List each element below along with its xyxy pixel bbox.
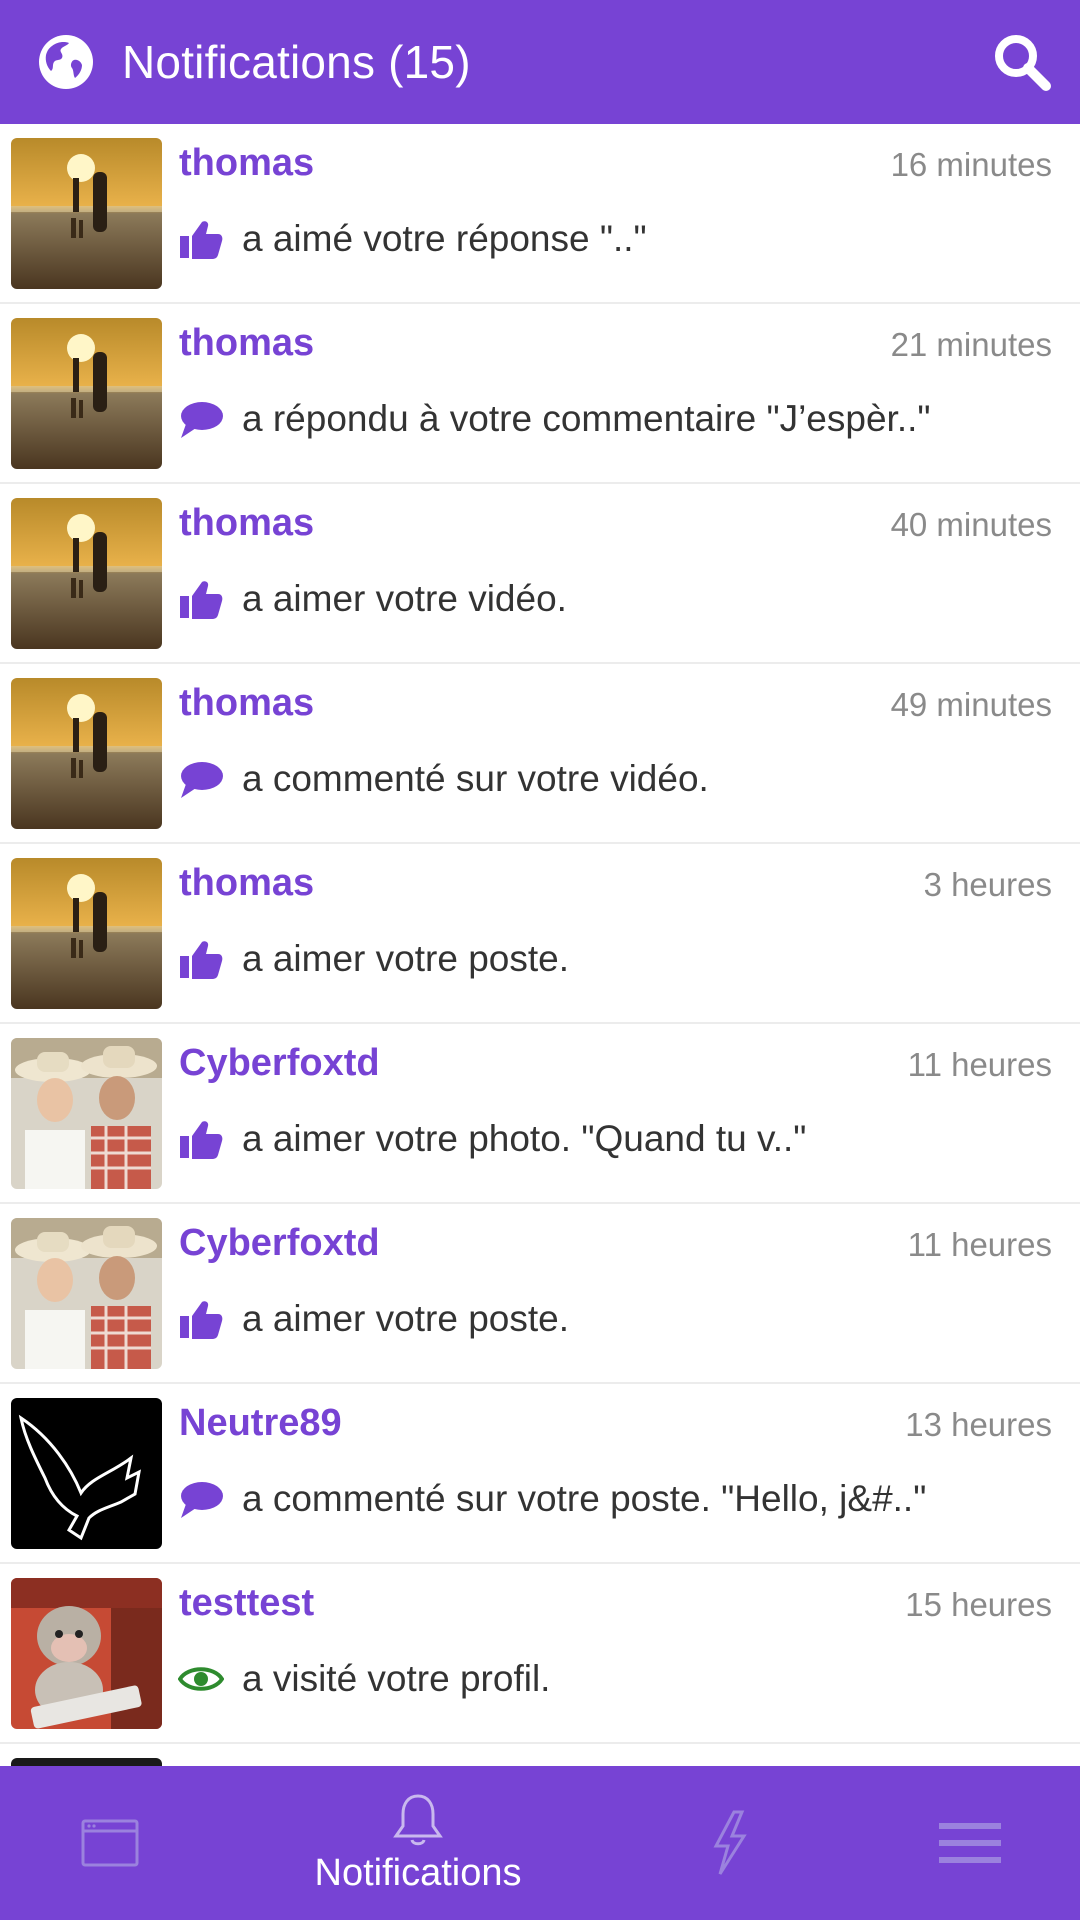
bell-icon	[393, 1793, 443, 1845]
sunset-beach-photo	[11, 858, 162, 1009]
comment-icon	[181, 1482, 223, 1518]
notification-row[interactable]: thomas 49 minutes a commenté sur votre v…	[0, 664, 1080, 844]
sunset-beach-photo	[11, 318, 162, 469]
notification-time: 11 heures	[907, 1046, 1052, 1083]
notification-row[interactable]: Cyberfoxtd 11 heures a aimer votre poste…	[0, 1204, 1080, 1384]
avatar[interactable]	[11, 498, 162, 649]
sunset-beach-photo	[11, 678, 162, 829]
avatar[interactable]	[11, 318, 162, 469]
couple-cowboy-hats-photo	[11, 1218, 162, 1369]
avatar[interactable]	[11, 1398, 162, 1549]
notification-row[interactable]: thomas 21 minutes a répondu à votre comm…	[0, 304, 1080, 484]
nav-item-notifications[interactable]: Notifications	[268, 1766, 568, 1920]
notification-user[interactable]: thomas	[179, 142, 314, 185]
notification-list[interactable]: thomas 16 minutes a aimé votre réponse "…	[0, 124, 1080, 1766]
notification-action: a répondu à votre commentaire "J’espèr..…	[178, 396, 931, 442]
avatar[interactable]	[11, 1218, 162, 1369]
notification-text: a répondu à votre commentaire "J’espèr..…	[242, 398, 931, 439]
notification-text: a aimer votre photo. "Quand tu v.."	[242, 1118, 807, 1159]
avatar[interactable]	[11, 1578, 162, 1729]
notification-user[interactable]: Cyberfoxtd	[179, 1222, 380, 1265]
notification-row[interactable]: thomas 3 heures a aimer votre poste.	[0, 844, 1080, 1024]
app-header: Notifications (15)	[0, 0, 1080, 124]
browser-window-icon	[81, 1819, 139, 1867]
notification-user[interactable]: thomas	[179, 322, 314, 365]
sunset-beach-photo	[11, 138, 162, 289]
nav-label-notifications: Notifications	[314, 1851, 522, 1894]
notification-user[interactable]: Neutre89	[179, 1402, 342, 1445]
notification-action: a aimer votre vidéo.	[178, 576, 567, 622]
avatar[interactable]	[11, 138, 162, 289]
notification-time: 21 minutes	[890, 326, 1052, 363]
thumbs-up-icon	[180, 221, 223, 259]
notification-time: 40 minutes	[890, 506, 1052, 543]
hamburger-menu-icon	[939, 1823, 1001, 1863]
notification-text: a aimer votre poste.	[242, 938, 569, 979]
eagle-outline-photo	[11, 1398, 162, 1549]
nav-item-feed[interactable]	[50, 1766, 170, 1920]
notification-time: 49 minutes	[890, 686, 1052, 723]
thumbs-up-icon	[180, 1121, 223, 1159]
notification-action: a aimé votre réponse ".."	[178, 216, 647, 262]
notification-user[interactable]: testtest	[179, 1582, 314, 1625]
notification-text: a aimer votre vidéo.	[242, 578, 567, 619]
comment-icon	[181, 402, 223, 438]
notification-text: a aimer votre poste.	[242, 1298, 569, 1339]
search-icon[interactable]	[990, 30, 1054, 94]
notification-time: 16 minutes	[890, 146, 1052, 183]
notification-row[interactable]: thomas 16 minutes a aimé votre réponse "…	[0, 124, 1080, 304]
globe-icon[interactable]	[38, 34, 94, 90]
notification-action: a aimer votre poste.	[178, 936, 569, 982]
notification-text: a aimé votre réponse ".."	[242, 218, 647, 259]
notification-time: 11 heures	[907, 1226, 1052, 1263]
avatar[interactable]	[11, 1038, 162, 1189]
notification-row[interactable]: Cyberfoxtd 11 heures a aimer votre photo…	[0, 1024, 1080, 1204]
nav-item-menu[interactable]	[920, 1766, 1020, 1920]
page-title: Notifications (15)	[122, 36, 471, 88]
avatar[interactable]	[11, 678, 162, 829]
bottom-navigation: Notifications	[0, 1766, 1080, 1920]
notification-text: a commenté sur votre vidéo.	[242, 758, 709, 799]
notification-row[interactable]: thomas 40 minutes a aimer votre vidéo.	[0, 484, 1080, 664]
notification-row[interactable]: testtest 15 heures a visité votre profil…	[0, 1564, 1080, 1744]
notification-text: a visité votre profil.	[242, 1658, 551, 1699]
notification-text: a commenté sur votre poste. "Hello, j&#.…	[242, 1478, 927, 1519]
thumbs-up-icon	[180, 581, 223, 619]
notification-action: a commenté sur votre poste. "Hello, j&#.…	[178, 1476, 926, 1522]
avatar	[11, 1758, 162, 1766]
sunset-beach-photo	[11, 498, 162, 649]
notification-time: 3 heures	[923, 866, 1052, 903]
notification-action: a commenté sur votre vidéo.	[178, 756, 709, 802]
comment-icon	[181, 762, 223, 798]
notification-user[interactable]: thomas	[179, 862, 314, 905]
notification-time: 13 heures	[905, 1406, 1052, 1443]
thumbs-up-icon	[180, 1301, 223, 1339]
notification-row-partial[interactable]	[0, 1744, 1080, 1766]
nav-item-activity[interactable]	[680, 1766, 780, 1920]
monkey-desk-photo	[11, 1578, 162, 1729]
thumbs-up-icon	[180, 941, 223, 979]
notification-action: a aimer votre photo. "Quand tu v.."	[178, 1116, 806, 1162]
notification-user[interactable]: thomas	[179, 682, 314, 725]
avatar[interactable]	[11, 858, 162, 1009]
notification-user[interactable]: thomas	[179, 502, 314, 545]
eye-icon	[178, 1667, 224, 1691]
notification-user[interactable]: Cyberfoxtd	[179, 1042, 380, 1085]
couple-cowboy-hats-photo	[11, 1038, 162, 1189]
notification-action: a aimer votre poste.	[178, 1296, 569, 1342]
notification-row[interactable]: Neutre89 13 heures a commenté sur votre …	[0, 1384, 1080, 1564]
notification-time: 15 heures	[905, 1586, 1052, 1623]
lightning-icon	[713, 1810, 747, 1875]
notification-action: a visité votre profil.	[178, 1656, 550, 1702]
